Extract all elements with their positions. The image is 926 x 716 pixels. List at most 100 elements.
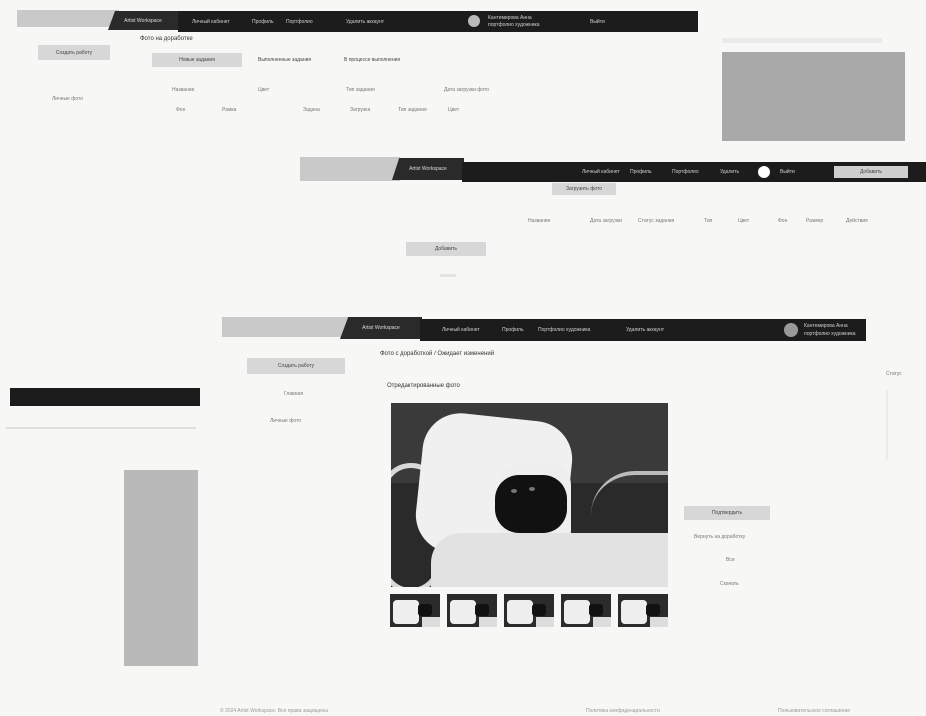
user-name: Кантемирова Анна [488, 15, 532, 21]
tab-label: Artist Workspace [362, 325, 400, 331]
cell: Задача [303, 107, 320, 113]
nav-action-label: Добавить [859, 169, 883, 175]
user-name: Кантемирова Анна [804, 323, 848, 329]
photo-cat-eye [511, 489, 517, 493]
placeholder-line [722, 38, 882, 43]
nav-item-logout[interactable]: Выйти [780, 169, 795, 175]
avatar[interactable] [784, 323, 798, 337]
nav-item-profile[interactable]: Профиль [502, 327, 524, 333]
side-placeholder [124, 470, 198, 666]
right-edge-line [886, 390, 888, 460]
nav-action-button[interactable]: Добавить [834, 166, 908, 178]
section-title: Отредактированные фото [387, 383, 460, 389]
tab-done[interactable]: Выполненные задания [258, 57, 311, 63]
page-title: Фото на доработке [140, 36, 193, 42]
cell: Название [172, 87, 195, 93]
upload-photo-button[interactable]: Загрузить фото [552, 183, 616, 195]
nav-left-strip [300, 157, 400, 181]
thumbnail[interactable] [390, 594, 440, 627]
col-header: Тип [704, 218, 713, 224]
col-header: Дата загрузки [590, 218, 622, 224]
avatar[interactable] [468, 15, 480, 27]
confirm-button[interactable]: Подтвердить [684, 506, 770, 520]
cell: Тип задания [346, 87, 375, 93]
dark-strip [10, 388, 200, 406]
photo-cat-eye [529, 487, 535, 491]
right-small-link[interactable]: Все [726, 557, 735, 563]
cell: Фон [176, 107, 186, 113]
user-sub: портфолио художника [804, 331, 856, 337]
left-link-photos[interactable]: Личные фото [270, 418, 301, 424]
right-edge-label: Статус [886, 371, 902, 377]
photo-cat [495, 475, 567, 533]
divider [440, 274, 456, 277]
nav-left-strip [17, 10, 119, 27]
add-label: Добавить [434, 246, 458, 252]
nav-item-cabinet[interactable]: Личный кабинет [192, 19, 230, 25]
col-header: Действие [846, 218, 868, 224]
thumbnail[interactable] [447, 594, 497, 627]
photo-blanket [431, 533, 668, 587]
faint-line [6, 427, 196, 429]
tab-new-tasks[interactable]: Новые задания [152, 53, 242, 67]
create-work-button[interactable]: Создать работу [38, 45, 110, 60]
create-work-label: Создать работу [277, 363, 315, 369]
left-link-home[interactable]: Главная [284, 391, 303, 397]
tab-label: Artist Workspace [124, 17, 162, 24]
tab-artist-workspace[interactable]: Artist Workspace [108, 11, 178, 30]
col-header: Фон [778, 218, 788, 224]
add-button[interactable]: Добавить [406, 242, 486, 256]
nav-item-cabinet[interactable]: Личный кабинет [582, 169, 620, 175]
cell: Тип задания [398, 107, 427, 113]
image-placeholder [722, 52, 905, 141]
screenshot-top: Artist Workspace Личный кабинет Профиль … [0, 0, 926, 150]
cell: Рамка [222, 107, 237, 113]
nav-item-delete[interactable]: Удалить аккаунт [346, 19, 384, 25]
col-header: Размер [806, 218, 824, 224]
avatar[interactable] [758, 166, 770, 178]
logout-link[interactable]: Выйти [590, 19, 605, 25]
return-link[interactable]: Вернуть на доработку [694, 534, 745, 540]
nav-item-delete[interactable]: Удалить [720, 169, 739, 175]
nav-item-profile[interactable]: Профиль [630, 169, 652, 175]
nav-item-portfolio[interactable]: Портфолио [286, 19, 313, 25]
right-small-link[interactable]: Скачать [720, 581, 739, 587]
cell: Дата загрузки фото [444, 87, 490, 93]
cell: Цвет [448, 107, 460, 113]
footer-copyright: © 2024 Artist Workspace. Все права защищ… [220, 708, 329, 714]
left-link[interactable]: Личные фото [52, 96, 83, 102]
main-photo[interactable] [391, 403, 668, 587]
user-sub: портфолио художника [488, 22, 540, 28]
top-nav-bar: Личный кабинет Профиль Портфолио художни… [420, 319, 866, 341]
nav-item-portfolio[interactable]: Портфолио [672, 169, 699, 175]
nav-item-delete[interactable]: Удалить аккаунт [626, 327, 664, 333]
col-header: Статус задания [638, 218, 675, 224]
thumbnail[interactable] [561, 594, 611, 627]
nav-item-portfolio[interactable]: Портфолио художника [538, 327, 590, 333]
breadcrumb: Фото с доработкой / Ожидает изменений [380, 351, 495, 357]
col-header: Цвет [738, 218, 750, 224]
confirm-label: Подтвердить [711, 510, 743, 516]
create-work-label: Создать работу [55, 49, 93, 56]
tab-artist-workspace[interactable]: Artist Workspace [340, 317, 422, 339]
nav-left-strip [222, 317, 348, 337]
col-header: Название [528, 218, 551, 224]
upload-photo-label: Загрузить фото [565, 186, 603, 192]
thumbnail[interactable] [618, 594, 668, 627]
footer-privacy[interactable]: Политика конфиденциальности [586, 708, 660, 714]
cell: Загрузка [350, 107, 371, 113]
top-nav-bar: Личный кабинет Профиль Портфолио Удалить… [178, 11, 698, 32]
nav-item-cabinet[interactable]: Личный кабинет [442, 327, 480, 333]
tab-new-label: Новые задания [179, 57, 215, 63]
tab-artist-workspace[interactable]: Artist Workspace [392, 158, 464, 180]
footer-terms[interactable]: Пользовательское соглашение [778, 708, 850, 714]
nav-item-profile[interactable]: Профиль [252, 19, 274, 25]
screenshot-bottom: Artist Workspace Личный кабинет Профиль … [0, 300, 926, 716]
top-nav-bar: Личный кабинет Профиль Портфолио Удалить… [462, 162, 926, 182]
screenshot-middle: Artist Workspace Личный кабинет Профиль … [0, 150, 926, 300]
create-work-button[interactable]: Создать работу [247, 358, 345, 374]
thumbnail[interactable] [504, 594, 554, 627]
cell: Цвет [258, 87, 270, 93]
tab-label: Artist Workspace [409, 166, 447, 172]
tab-in-progress[interactable]: В процессе выполнения [344, 57, 400, 63]
